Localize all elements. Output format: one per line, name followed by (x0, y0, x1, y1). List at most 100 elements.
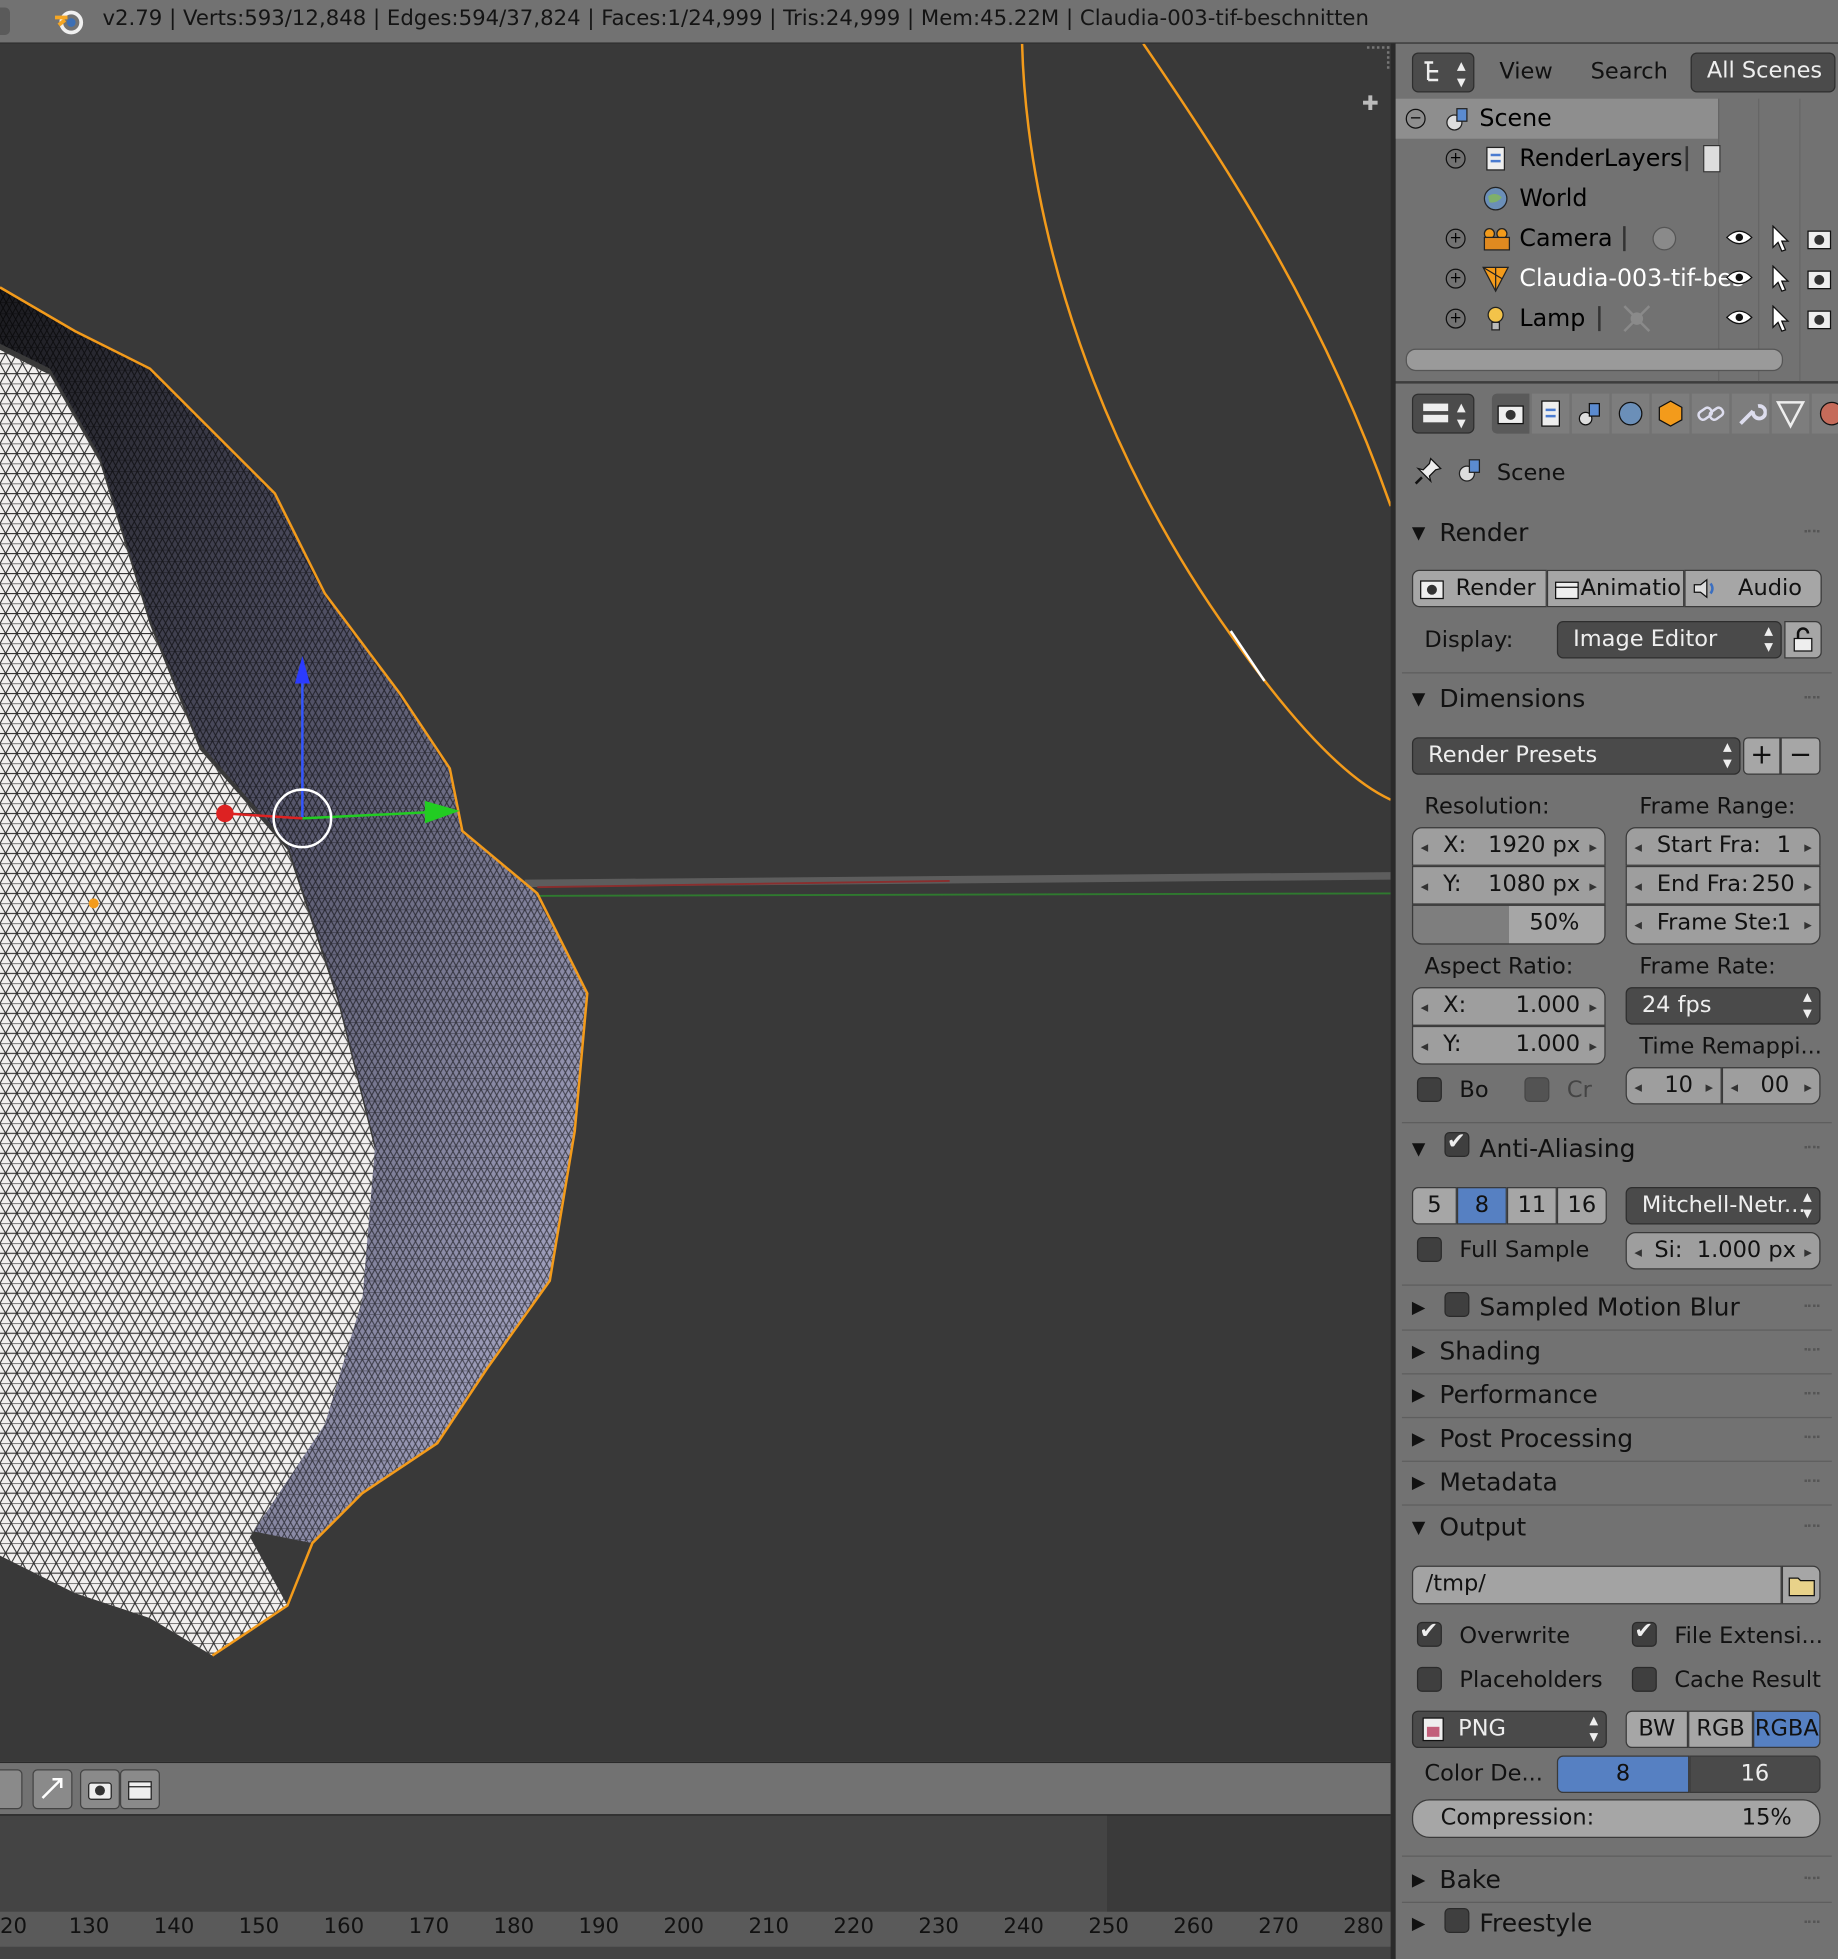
section-metadata-header[interactable]: ▶ Metadata (1402, 1462, 1832, 1504)
placeholders-checkbox[interactable] (1416, 1666, 1442, 1692)
tab-material[interactable] (1811, 393, 1838, 434)
remove-preset-button[interactable]: − (1780, 737, 1821, 775)
section-freestyle-header[interactable]: ▶ Freestyle (1402, 1903, 1832, 1945)
3d-viewport[interactable]: ✚ (0, 43, 1391, 1762)
selectable-cursor-icon[interactable] (1771, 224, 1791, 252)
outliner-row-mesh[interactable]: + Claudia-003-tif-bes (1396, 259, 1838, 299)
folder-icon[interactable] (1781, 1565, 1821, 1605)
renderable-camera-icon[interactable] (1806, 225, 1833, 252)
add-preset-button[interactable]: + (1743, 737, 1781, 775)
tab-modifiers[interactable] (1731, 393, 1770, 434)
renderable-camera-icon[interactable] (1806, 305, 1833, 332)
resolution-x-field[interactable]: ◂ X: 1920 px ▸ (1411, 827, 1606, 866)
outliner-row-scene[interactable]: − Scene (1396, 99, 1838, 139)
aspect-y-field[interactable]: ◂ Y: 1.000 ▸ (1411, 1025, 1606, 1065)
cache-result-checkbox[interactable] (1631, 1666, 1657, 1692)
crop-checkbox[interactable] (1524, 1077, 1550, 1103)
outliner-row-camera[interactable]: + Camera (1396, 219, 1838, 259)
render-presets-dropdown[interactable]: Render Presets ▴ ▾ (1411, 737, 1741, 775)
time-remap-new-field[interactable]: ◂ 00 ▸ (1721, 1067, 1821, 1105)
frame-rate-dropdown[interactable]: 24 fps ▴ ▾ (1625, 987, 1821, 1025)
expand-icon[interactable]: + (1445, 308, 1466, 329)
selectable-cursor-icon[interactable] (1771, 264, 1791, 292)
outliner-scrollbar[interactable] (1405, 348, 1784, 372)
output-path-field[interactable]: /tmp/ (1411, 1565, 1782, 1605)
expand-icon[interactable]: + (1445, 268, 1466, 289)
expand-icon[interactable]: + (1445, 228, 1466, 249)
outliner-row-lamp[interactable]: + Lamp (1396, 299, 1838, 339)
full-sample-checkbox[interactable] (1416, 1237, 1442, 1262)
render-button[interactable]: Render (1411, 569, 1547, 608)
aa-samples-11[interactable]: 11 (1506, 1187, 1557, 1225)
render-camera-icon[interactable] (79, 1769, 120, 1810)
border-checkbox[interactable] (1416, 1077, 1442, 1103)
snap-icon[interactable] (32, 1769, 73, 1810)
tab-render-layers[interactable] (1531, 393, 1570, 434)
renderable-camera-icon[interactable] (1806, 265, 1833, 292)
visibility-eye-icon[interactable] (1725, 307, 1753, 327)
section-shading-header[interactable]: ▶ Shading (1402, 1331, 1832, 1373)
display-dropdown[interactable]: Image Editor ▴ ▾ (1556, 621, 1782, 659)
aa-samples-16[interactable]: 16 (1556, 1187, 1607, 1225)
expand-icon[interactable]: + (1445, 148, 1466, 169)
overwrite-checkbox[interactable] (1416, 1618, 1442, 1647)
outliner-display-mode-dropdown[interactable]: All Scenes (1690, 52, 1836, 93)
frame-end-field[interactable]: ◂ End Fra: 250 ▸ (1625, 865, 1821, 905)
color-mode-rgb[interactable]: RGB (1688, 1710, 1754, 1749)
aa-samples-8[interactable]: 8 (1456, 1187, 1507, 1225)
section-dimensions-header[interactable]: ▼ Dimensions (1402, 678, 1832, 720)
outliner-row-renderlayers[interactable]: + RenderLayers (1396, 139, 1838, 179)
aa-filter-dropdown[interactable]: Mitchell-Netr... ▴ ▾ (1625, 1187, 1821, 1225)
outliner-view-menu[interactable]: View (1499, 59, 1552, 85)
properties-editor-type-dropdown[interactable]: ▴ ▾ (1411, 393, 1475, 434)
motion-blur-checkbox[interactable] (1444, 1291, 1470, 1317)
color-mode-rgba[interactable]: RGBA (1753, 1710, 1821, 1749)
visibility-eye-icon[interactable] (1725, 227, 1753, 247)
file-format-dropdown[interactable]: PNG ▴ ▾ (1411, 1710, 1607, 1749)
outliner-editor-type-dropdown[interactable]: ▴ ▾ (1411, 52, 1475, 93)
color-mode-bw[interactable]: BW (1625, 1710, 1689, 1749)
editor-type-arrow-icon[interactable] (0, 7, 10, 35)
file-extensions-checkbox[interactable] (1631, 1618, 1657, 1647)
blender-logo-icon[interactable] (52, 5, 84, 37)
aa-samples-5[interactable]: 5 (1411, 1187, 1457, 1225)
render-animation-icon[interactable] (119, 1769, 160, 1810)
resolution-percentage-slider[interactable]: 50% (1411, 904, 1606, 945)
time-remap-old-field[interactable]: ◂ 10 ▸ (1625, 1067, 1722, 1105)
aspect-x-field[interactable]: ◂ X: 1.000 ▸ (1411, 987, 1606, 1026)
resolution-y-field[interactable]: ◂ Y: 1080 px ▸ (1411, 865, 1606, 905)
selectable-cursor-icon[interactable] (1771, 304, 1791, 332)
freestyle-checkbox[interactable] (1444, 1907, 1470, 1933)
viewport-resize-corner[interactable] (1366, 46, 1390, 69)
tab-scene[interactable] (1571, 393, 1610, 434)
render-audio-button[interactable]: Audio (1684, 569, 1822, 608)
layer-icon[interactable] (0, 1769, 23, 1810)
section-performance-header[interactable]: ▶ Performance (1402, 1374, 1832, 1416)
filter-size-field[interactable]: ◂ Si: 1.000 px ▸ (1625, 1232, 1821, 1270)
pin-icon[interactable] (1412, 455, 1444, 487)
color-depth-16[interactable]: 16 (1689, 1755, 1821, 1794)
section-render-header[interactable]: ▼ Render (1402, 512, 1832, 554)
compression-slider[interactable]: Compression: 15% (1411, 1799, 1821, 1839)
color-depth-8[interactable]: 8 (1556, 1755, 1690, 1794)
section-output-header[interactable]: ▼ Output (1402, 1507, 1832, 1549)
anti-aliasing-checkbox[interactable] (1444, 1128, 1470, 1158)
tab-world[interactable] (1611, 393, 1650, 434)
section-post-processing-header[interactable]: ▶ Post Processing (1402, 1418, 1832, 1460)
visibility-eye-icon[interactable] (1725, 267, 1753, 287)
section-anti-aliasing-header[interactable]: ▼ Anti-Aliasing (1402, 1128, 1832, 1170)
tab-render[interactable] (1491, 393, 1530, 434)
tab-constraints[interactable] (1691, 393, 1730, 434)
outliner-search-menu[interactable]: Search (1591, 59, 1668, 85)
section-sampled-motion-blur-header[interactable]: ▶ Sampled Motion Blur (1402, 1287, 1832, 1329)
section-bake-header[interactable]: ▶ Bake (1402, 1859, 1832, 1901)
tab-mesh-data[interactable] (1771, 393, 1810, 434)
frame-start-field[interactable]: ◂ Start Fra: 1 ▸ (1625, 827, 1821, 866)
viewport-corner-widget[interactable]: ✚ (1362, 91, 1387, 116)
frame-step-field[interactable]: ◂ Frame Ste: 1 ▸ (1625, 904, 1821, 945)
collapse-icon[interactable]: − (1405, 108, 1426, 129)
lock-icon[interactable] (1784, 621, 1822, 659)
render-animation-button[interactable]: Animatio (1546, 569, 1685, 608)
outliner-row-world[interactable]: World (1396, 179, 1838, 219)
tab-object[interactable] (1651, 393, 1690, 434)
